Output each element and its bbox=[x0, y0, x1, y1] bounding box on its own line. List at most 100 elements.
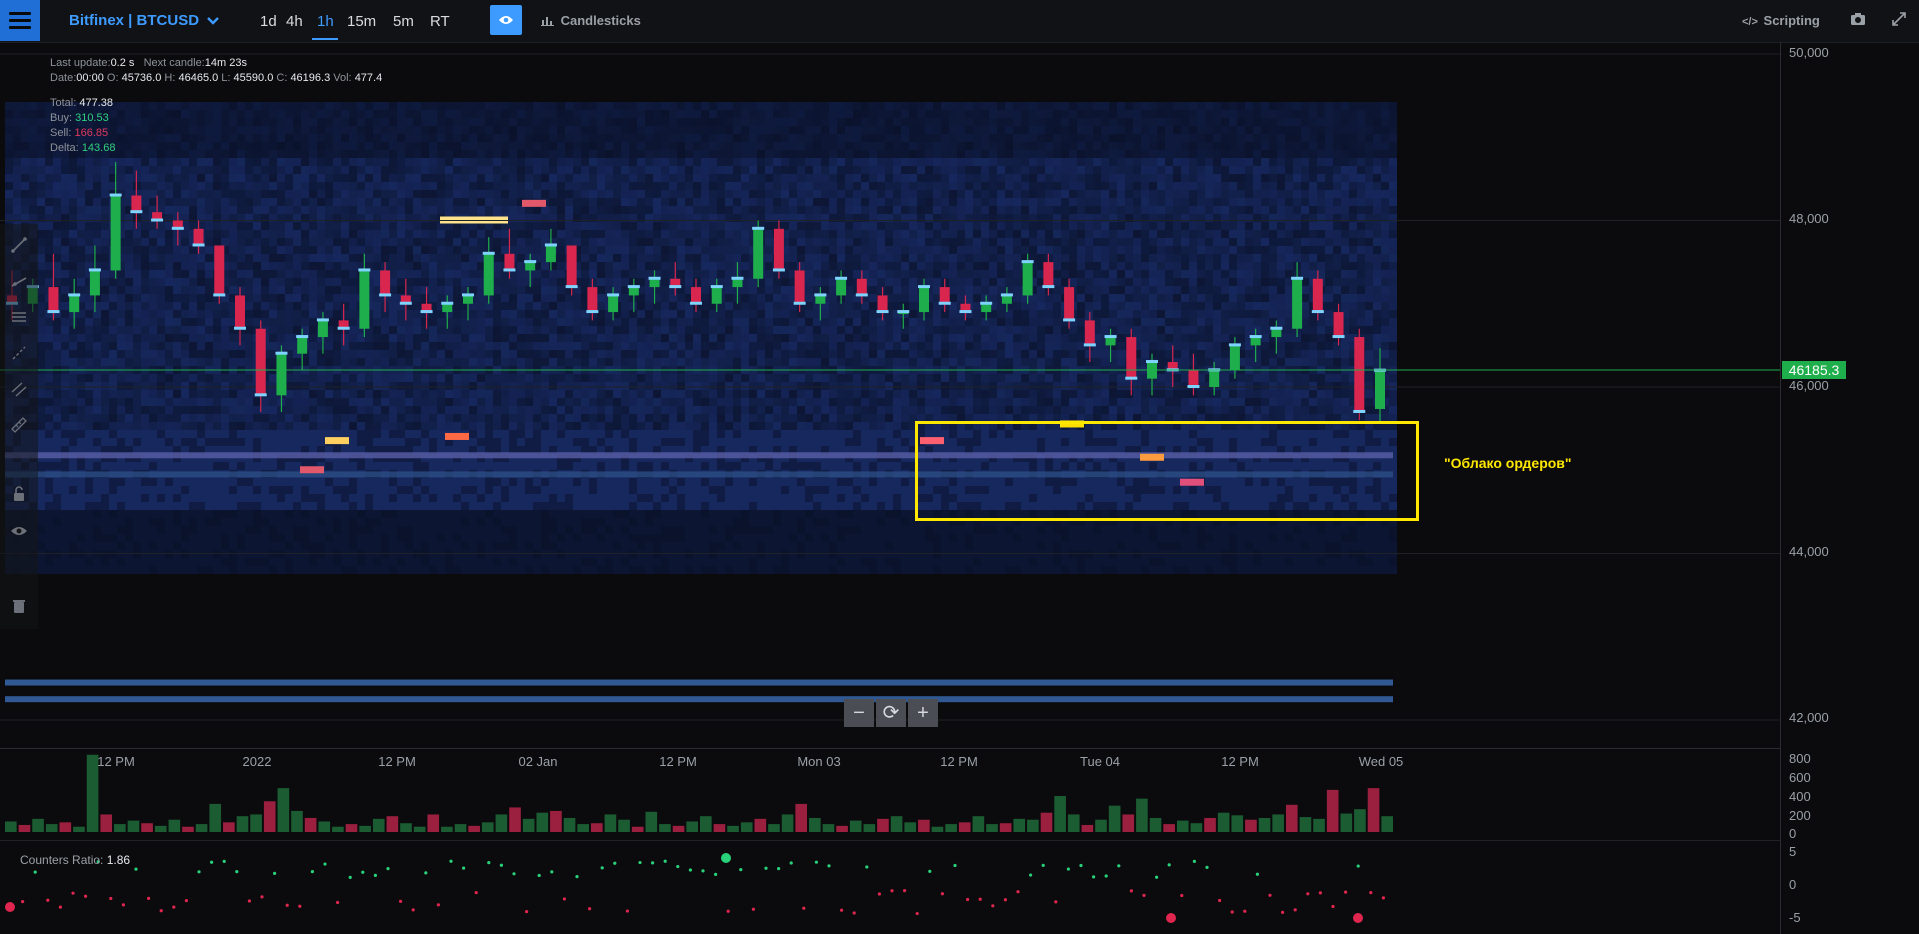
liquidity-cell bbox=[205, 534, 213, 542]
liquidity-cell bbox=[525, 230, 533, 238]
liquidity-cell bbox=[405, 246, 413, 254]
timeframe-rt[interactable]: RT bbox=[430, 13, 450, 30]
liquidity-cell bbox=[229, 398, 237, 406]
liquidity-cell bbox=[157, 270, 165, 278]
liquidity-cell bbox=[469, 422, 477, 430]
liquidity-cell bbox=[413, 462, 421, 470]
liquidity-cell bbox=[333, 206, 341, 214]
liquidity-cell bbox=[549, 526, 557, 534]
liquidity-cell bbox=[349, 422, 357, 430]
timeframe-15m[interactable]: 15m bbox=[347, 13, 376, 30]
liquidity-cell bbox=[597, 462, 605, 470]
liquidity-cell bbox=[373, 486, 381, 494]
liquidity-cell bbox=[573, 238, 581, 246]
liquidity-cell bbox=[597, 230, 605, 238]
liquidity-cell bbox=[461, 494, 469, 502]
liquidity-cell bbox=[541, 558, 549, 566]
liquidity-cell bbox=[453, 350, 461, 358]
liquidity-cell bbox=[61, 238, 69, 246]
liquidity-cell bbox=[245, 222, 253, 230]
liquidity-cell bbox=[85, 326, 93, 334]
liquidity-cell bbox=[517, 254, 525, 262]
visibility-toggle-button[interactable] bbox=[490, 5, 522, 35]
liquidity-cell bbox=[229, 198, 237, 206]
timeframe-5m[interactable]: 5m bbox=[393, 13, 414, 30]
liquidity-cell bbox=[365, 238, 373, 246]
hamburger-menu-button[interactable] bbox=[0, 0, 40, 41]
liquidity-cell bbox=[133, 558, 141, 566]
liquidity-cell bbox=[21, 126, 29, 134]
liquidity-cell bbox=[501, 190, 509, 198]
liquidity-cell bbox=[261, 438, 269, 446]
liquidity-cell bbox=[125, 374, 133, 382]
expand-icon[interactable] bbox=[1890, 10, 1908, 28]
liquidity-cell bbox=[93, 526, 101, 534]
liquidity-cell bbox=[549, 182, 557, 190]
liquidity-cell bbox=[437, 518, 445, 526]
liquidity-cell bbox=[157, 286, 165, 294]
liquidity-cell bbox=[253, 494, 261, 502]
liquidity-cell bbox=[381, 158, 389, 166]
liquidity-cell bbox=[69, 350, 77, 358]
liquidity-cell bbox=[45, 566, 53, 574]
liquidity-cell bbox=[133, 230, 141, 238]
liquidity-cell bbox=[413, 262, 421, 270]
liquidity-cell bbox=[413, 310, 421, 318]
liquidity-cell bbox=[189, 350, 197, 358]
liquidity-cell bbox=[389, 486, 397, 494]
liquidity-cell bbox=[133, 350, 141, 358]
liquidity-cell bbox=[589, 326, 597, 334]
liquidity-cell bbox=[213, 318, 221, 326]
liquidity-cell bbox=[373, 422, 381, 430]
liquidity-cell bbox=[485, 126, 493, 134]
liquidity-cell bbox=[429, 430, 437, 438]
scripting-button[interactable]: </> Scripting bbox=[1742, 13, 1820, 28]
liquidity-cell bbox=[349, 342, 357, 350]
liquidity-cell bbox=[413, 158, 421, 166]
chart-type-selector[interactable]: Candlesticks bbox=[541, 13, 641, 28]
symbol-selector[interactable]: Bitfinex | BTCUSD bbox=[69, 12, 220, 29]
liquidity-cell bbox=[301, 422, 309, 430]
liquidity-cell bbox=[349, 510, 357, 518]
liquidity-cell bbox=[517, 510, 525, 518]
camera-icon[interactable] bbox=[1849, 10, 1867, 28]
liquidity-cell bbox=[261, 166, 269, 174]
liquidity-cell bbox=[317, 350, 325, 358]
liquidity-cell bbox=[301, 558, 309, 566]
timeframe-1d[interactable]: 1d bbox=[260, 13, 277, 30]
liquidity-cell bbox=[181, 182, 189, 190]
liquidity-cell bbox=[405, 414, 413, 422]
liquidity-cell bbox=[269, 390, 277, 398]
liquidity-cell bbox=[589, 430, 597, 438]
liquidity-cell bbox=[621, 374, 629, 382]
liquidity-cell bbox=[333, 270, 341, 278]
liquidity-cell bbox=[373, 502, 381, 510]
liquidity-cell bbox=[549, 142, 557, 150]
liquidity-cell bbox=[573, 526, 581, 534]
liquidity-cell bbox=[485, 206, 493, 214]
liquidity-cell bbox=[533, 478, 541, 486]
timeframe-4h[interactable]: 4h bbox=[286, 13, 303, 30]
liquidity-cell bbox=[213, 558, 221, 566]
liquidity-cell bbox=[269, 318, 277, 326]
liquidity-cell bbox=[381, 518, 389, 526]
liquidity-cell bbox=[165, 206, 173, 214]
liquidity-cell bbox=[301, 166, 309, 174]
liquidity-cell bbox=[517, 542, 525, 550]
liquidity-cell bbox=[133, 414, 141, 422]
liquidity-cell bbox=[637, 326, 645, 334]
liquidity-cell bbox=[613, 158, 621, 166]
liquidity-cell bbox=[101, 438, 109, 446]
liquidity-cell bbox=[493, 294, 501, 302]
liquidity-cell bbox=[109, 334, 117, 342]
liquidity-cell bbox=[485, 430, 493, 438]
liquidity-cell bbox=[237, 518, 245, 526]
liquidity-cell bbox=[93, 238, 101, 246]
liquidity-cell bbox=[197, 166, 205, 174]
timeframe-1h[interactable]: 1h bbox=[317, 13, 334, 30]
liquidity-cell bbox=[653, 190, 661, 198]
liquidity-cell bbox=[565, 166, 573, 174]
liquidity-cell bbox=[429, 510, 437, 518]
liquidity-cell bbox=[661, 526, 669, 534]
liquidity-cell bbox=[549, 350, 557, 358]
